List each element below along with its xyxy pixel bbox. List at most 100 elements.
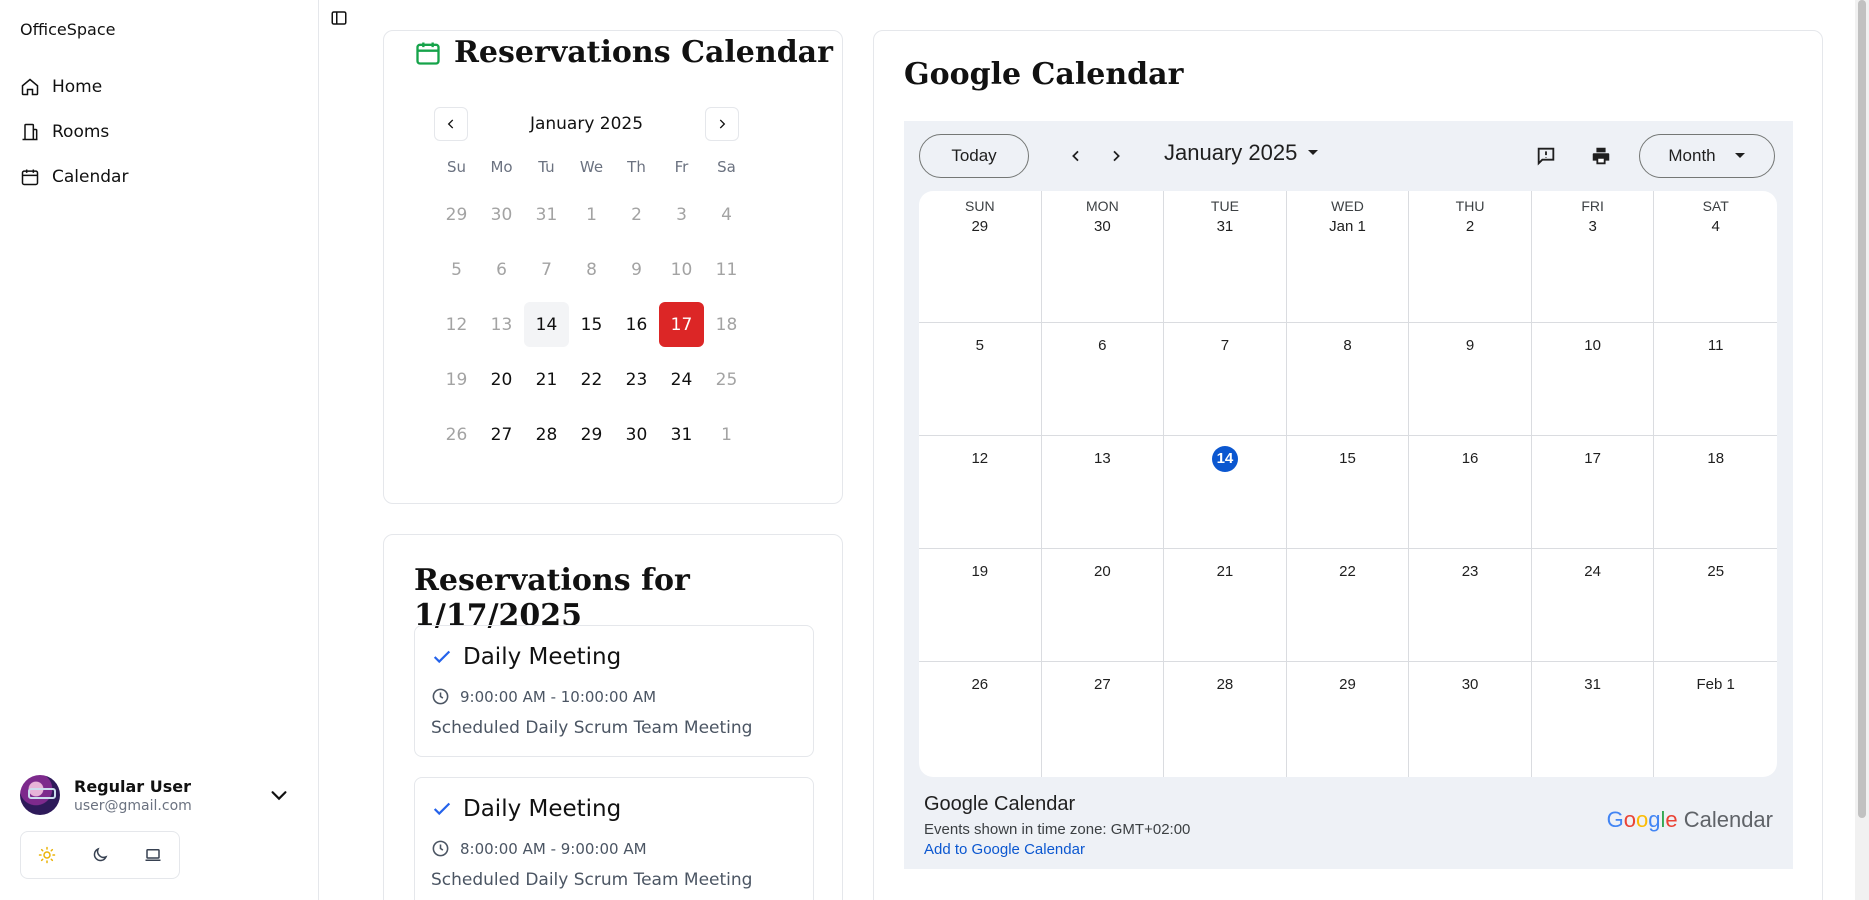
google-day-cell[interactable]: 17 (1531, 436, 1655, 549)
mini-day[interactable]: 30 (614, 412, 659, 457)
feedback-button[interactable] (1534, 144, 1558, 168)
google-day-cell[interactable]: 20 (1041, 549, 1165, 662)
check-icon (433, 650, 451, 664)
laptop-icon[interactable] (142, 844, 164, 866)
mini-day[interactable]: 3 (659, 192, 704, 237)
mini-day[interactable]: 18 (704, 302, 749, 347)
mini-day-selected[interactable]: 17 (659, 302, 704, 347)
mini-day[interactable]: 27 (479, 412, 524, 457)
moon-icon[interactable] (89, 844, 111, 866)
reservation-item[interactable]: Daily Meeting 9:00:00 AM - 10:00:00 AM S… (414, 625, 814, 757)
mini-day[interactable]: 7 (524, 247, 569, 292)
google-day-cell[interactable]: FRI 3 (1531, 191, 1655, 323)
sidebar-toggle-icon[interactable] (330, 9, 348, 27)
google-day-cell[interactable]: TUE 31 (1164, 191, 1287, 323)
google-day-cell[interactable]: 28 (1164, 662, 1287, 777)
mini-day[interactable]: 1 (569, 192, 614, 237)
google-date-number: 18 (1707, 450, 1725, 467)
mini-day[interactable]: 13 (479, 302, 524, 347)
prev-period-button[interactable] (1064, 144, 1088, 168)
mini-day[interactable]: 5 (434, 247, 479, 292)
mini-day[interactable]: 2 (614, 192, 659, 237)
google-day-cell[interactable]: 6 (1041, 323, 1165, 436)
google-day-cell[interactable]: 23 (1409, 549, 1532, 662)
mini-day[interactable]: 20 (479, 357, 524, 402)
sidebar-item-rooms[interactable]: Rooms (18, 109, 298, 154)
mini-day[interactable]: 29 (434, 192, 479, 237)
google-day-cell[interactable]: THU 2 (1409, 191, 1532, 323)
google-date-number: 12 (971, 450, 989, 467)
google-day-cell[interactable]: 21 (1164, 549, 1287, 662)
google-day-cell[interactable]: Feb 1 (1654, 662, 1777, 777)
month-picker[interactable]: January 2025 (1164, 140, 1319, 166)
page-scrollbar[interactable] (1855, 0, 1869, 900)
google-day-cell[interactable]: 18 (1654, 436, 1777, 549)
view-select[interactable]: Month (1639, 134, 1775, 178)
google-day-cell[interactable]: 25 (1654, 549, 1777, 662)
sidebar-item-calendar[interactable]: Calendar (18, 154, 298, 199)
mini-day[interactable]: 30 (479, 192, 524, 237)
mini-day[interactable]: 31 (524, 192, 569, 237)
mini-day[interactable]: 9 (614, 247, 659, 292)
google-day-cell[interactable]: 12 (919, 436, 1042, 549)
sun-icon[interactable] (36, 844, 58, 866)
google-day-cell[interactable]: SUN 29 (919, 191, 1042, 323)
google-day-cell[interactable]: 30 (1409, 662, 1532, 777)
scrollbar-thumb[interactable] (1858, 0, 1866, 818)
mini-day[interactable]: 15 (569, 302, 614, 347)
google-footer-title: Google Calendar (924, 793, 1076, 815)
google-day-cell[interactable]: WED Jan 1 (1286, 191, 1410, 323)
google-day-cell[interactable]: 13 (1041, 436, 1165, 549)
google-day-cell[interactable]: 11 (1654, 323, 1777, 436)
google-day-cell[interactable]: 19 (919, 549, 1042, 662)
google-day-cell[interactable]: 26 (919, 662, 1042, 777)
mini-day[interactable]: 22 (569, 357, 614, 402)
user-menu[interactable]: Regular User user@gmail.com (20, 770, 300, 820)
mini-day[interactable]: 11 (704, 247, 749, 292)
sidebar-item-home[interactable]: Home (18, 64, 298, 109)
mini-day[interactable]: 21 (524, 357, 569, 402)
print-button[interactable] (1589, 144, 1613, 168)
mini-day[interactable]: 16 (614, 302, 659, 347)
google-day-cell[interactable]: 22 (1286, 549, 1410, 662)
google-day-cell[interactable]: 31 (1532, 662, 1655, 777)
mini-day[interactable]: 8 (569, 247, 614, 292)
google-day-cell[interactable]: 24 (1531, 549, 1655, 662)
prev-month-button[interactable] (434, 107, 468, 141)
mini-day[interactable]: 25 (704, 357, 749, 402)
mini-calendar-nav: January 2025 (434, 107, 739, 141)
google-day-cell[interactable]: 15 (1286, 436, 1410, 549)
today-button[interactable]: Today (919, 134, 1029, 178)
mini-day[interactable]: 24 (659, 357, 704, 402)
google-day-cell[interactable]: MON 30 (1041, 191, 1165, 323)
mini-day[interactable]: 31 (659, 412, 704, 457)
google-day-cell[interactable]: 29 (1287, 662, 1410, 777)
google-day-cell[interactable]: 10 (1531, 323, 1655, 436)
mini-day[interactable]: 23 (614, 357, 659, 402)
google-day-cell[interactable]: 5 (919, 323, 1042, 436)
mini-day[interactable]: 10 (659, 247, 704, 292)
mini-day[interactable]: 28 (524, 412, 569, 457)
google-day-cell[interactable]: 8 (1286, 323, 1410, 436)
reservation-item[interactable]: Daily Meeting 8:00:00 AM - 9:00:00 AM Sc… (414, 777, 814, 900)
mini-day[interactable]: 26 (434, 412, 479, 457)
mini-day[interactable]: 19 (434, 357, 479, 402)
google-day-cell[interactable]: SAT 4 (1654, 191, 1777, 323)
mini-day-today[interactable]: 14 (524, 302, 569, 347)
next-month-button[interactable] (705, 107, 739, 141)
chevron-down-icon[interactable] (268, 784, 290, 806)
mini-day[interactable]: 6 (479, 247, 524, 292)
mini-day[interactable]: 4 (704, 192, 749, 237)
google-day-cell[interactable]: 14 (1164, 436, 1287, 549)
chevron-left-icon (1072, 150, 1079, 162)
google-day-cell[interactable]: 7 (1164, 323, 1287, 436)
google-day-cell[interactable]: 27 (1042, 662, 1165, 777)
google-calendar-logo[interactable]: Google Calendar (1607, 807, 1773, 833)
next-period-button[interactable] (1104, 144, 1128, 168)
add-to-google-calendar-link[interactable]: Add to Google Calendar (924, 841, 1085, 858)
google-day-cell[interactable]: 16 (1409, 436, 1532, 549)
mini-day[interactable]: 1 (704, 412, 749, 457)
google-day-cell[interactable]: 9 (1409, 323, 1532, 436)
mini-day[interactable]: 12 (434, 302, 479, 347)
mini-day[interactable]: 29 (569, 412, 614, 457)
